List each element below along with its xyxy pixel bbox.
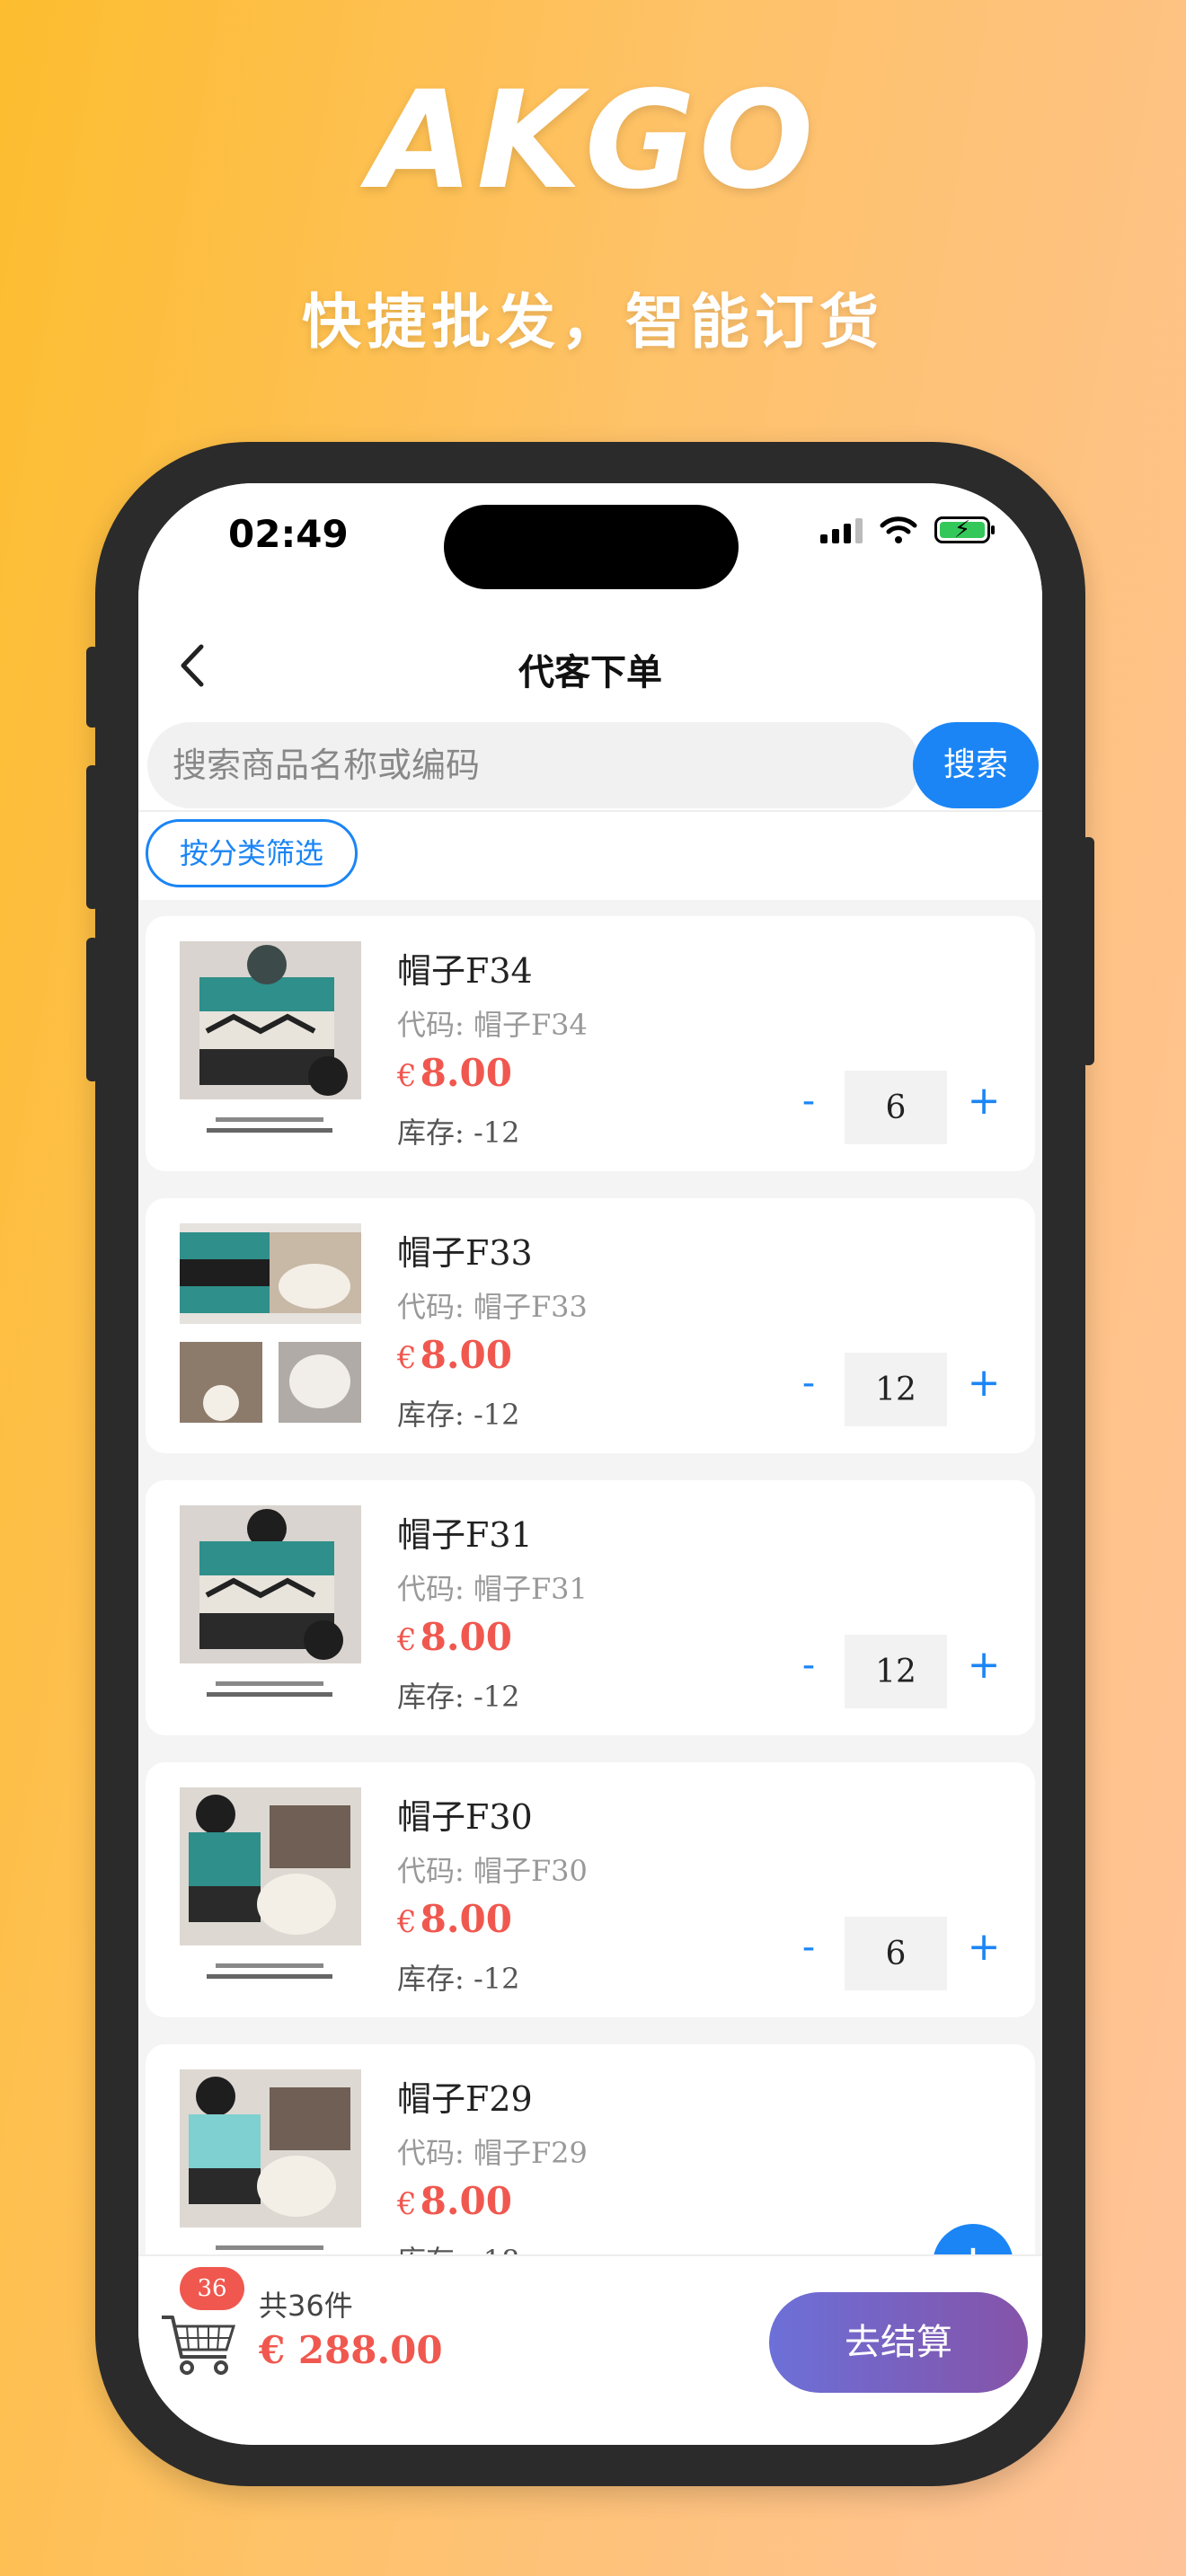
cart-bar: 36 共36件 € 288.00 去结算 [138,2254,1042,2445]
battery-charging-icon: ⚡ [934,516,995,543]
dynamic-island [444,505,739,589]
quantity-input[interactable] [845,1353,947,1426]
product-stock: 库存: -12 [397,1680,520,1714]
price-value: 8.00 [420,1615,512,1659]
price-value: 8.00 [420,1333,512,1377]
nav-bar: 代客下单 [138,618,1042,715]
checkout-button[interactable]: 去结算 [769,2292,1028,2393]
product-stock: 库存: -12 [397,1962,520,1996]
price-value: 8.00 [420,1897,512,1941]
product-price: €8.00 [397,1615,512,1659]
product-price: €8.00 [397,1333,512,1377]
product-price: €8.00 [397,2179,512,2223]
side-button [86,938,99,1081]
product-name: 帽子F34 [397,951,533,991]
price-value: 8.00 [420,2179,512,2223]
status-bar: 02:49 ⚡ [138,483,1042,618]
currency-symbol: € [397,2186,417,2222]
shopping-cart-icon[interactable] [158,2299,239,2380]
product-price: €8.00 [397,1897,512,1941]
app-screen: 02:49 ⚡ 代客下单 搜索商品名称或编码 搜索 按分类筛选 帽子F34 代码… [138,483,1042,2445]
product-price: €8.00 [397,1051,512,1095]
product-card[interactable]: 帽子F30 代码: 帽子F30 €8.00 库存: -12 - + [146,1762,1035,2017]
product-code: 代码: 帽子F30 [397,1854,588,1888]
quantity-input[interactable] [845,1917,947,1990]
product-name: 帽子F31 [397,1515,533,1555]
page-title: 代客下单 [518,652,662,693]
product-stock: 库存: -12 [397,1116,520,1150]
product-list[interactable]: 帽子F34 代码: 帽子F34 €8.00 库存: -12 - + [138,900,1042,2254]
side-button [1082,837,1094,1065]
wifi-icon [880,516,917,543]
status-icons: ⚡ [820,516,995,544]
search-input[interactable] [147,722,920,808]
decrease-button[interactable]: - [789,1920,828,1974]
currency-symbol: € [397,1622,417,1658]
category-filter-button[interactable]: 按分类筛选 [146,819,358,887]
decrease-button[interactable]: - [789,1638,828,1692]
filter-bar: 按分类筛选 [138,812,1042,900]
search-button[interactable]: 搜索 [913,722,1039,808]
product-image[interactable] [180,1787,361,1992]
cart-total: € 288.00 [259,2328,443,2372]
side-button [86,765,99,909]
hero-subtitle: 快捷批发，智能订货 [302,287,884,357]
hero-title: AKGO [368,63,818,219]
product-card[interactable]: 帽子F34 代码: 帽子F34 €8.00 库存: -12 - + [146,916,1035,1171]
product-name: 帽子F30 [397,1797,533,1837]
product-image[interactable] [180,941,361,1146]
quantity-input[interactable] [845,1635,947,1708]
cart-count-badge: 36 [180,2267,244,2310]
product-stock: 库存: -12 [397,1398,520,1432]
phone-frame: 02:49 ⚡ 代客下单 搜索商品名称或编码 搜索 按分类筛选 帽子F34 代码… [86,442,1094,2486]
product-image[interactable] [180,1505,361,1710]
decrease-button[interactable]: - [789,1356,828,1410]
product-code: 代码: 帽子F34 [397,1008,588,1042]
product-card[interactable]: 帽子F33 代码: 帽子F33 €8.00 库存: -12 - + [146,1198,1035,1453]
product-image[interactable] [180,2069,361,2254]
search-bar: 搜索 [138,715,1042,812]
price-value: 8.00 [420,1051,512,1095]
increase-button[interactable]: + [961,1074,1006,1128]
product-code: 代码: 帽子F29 [397,2136,588,2170]
decrease-button[interactable]: - [789,1074,828,1128]
side-button [86,647,99,728]
product-name: 帽子F29 [397,2079,533,2119]
product-stock: 库存: -18 [397,2238,520,2254]
currency-symbol: € [397,1904,417,1940]
product-code: 代码: 帽子F31 [397,1572,588,1606]
signal-icon [820,516,863,543]
product-name: 帽子F33 [397,1233,533,1273]
increase-button[interactable]: + [961,1356,1006,1410]
increase-button[interactable]: + [961,1920,1006,1974]
product-card[interactable]: 帽子F31 代码: 帽子F31 €8.00 库存: -12 - + [146,1480,1035,1735]
quantity-input[interactable] [845,1071,947,1144]
currency-symbol: € [397,1058,417,1094]
product-image[interactable] [180,1223,361,1428]
product-code: 代码: 帽子F33 [397,1290,588,1324]
product-card[interactable]: 帽子F29 代码: 帽子F29 €8.00 库存: -18 [146,2044,1035,2254]
item-count: 共36件 [259,2289,353,2323]
status-time: 02:49 [228,512,349,556]
increase-button[interactable]: + [961,1638,1006,1692]
currency-symbol: € [397,1340,417,1376]
